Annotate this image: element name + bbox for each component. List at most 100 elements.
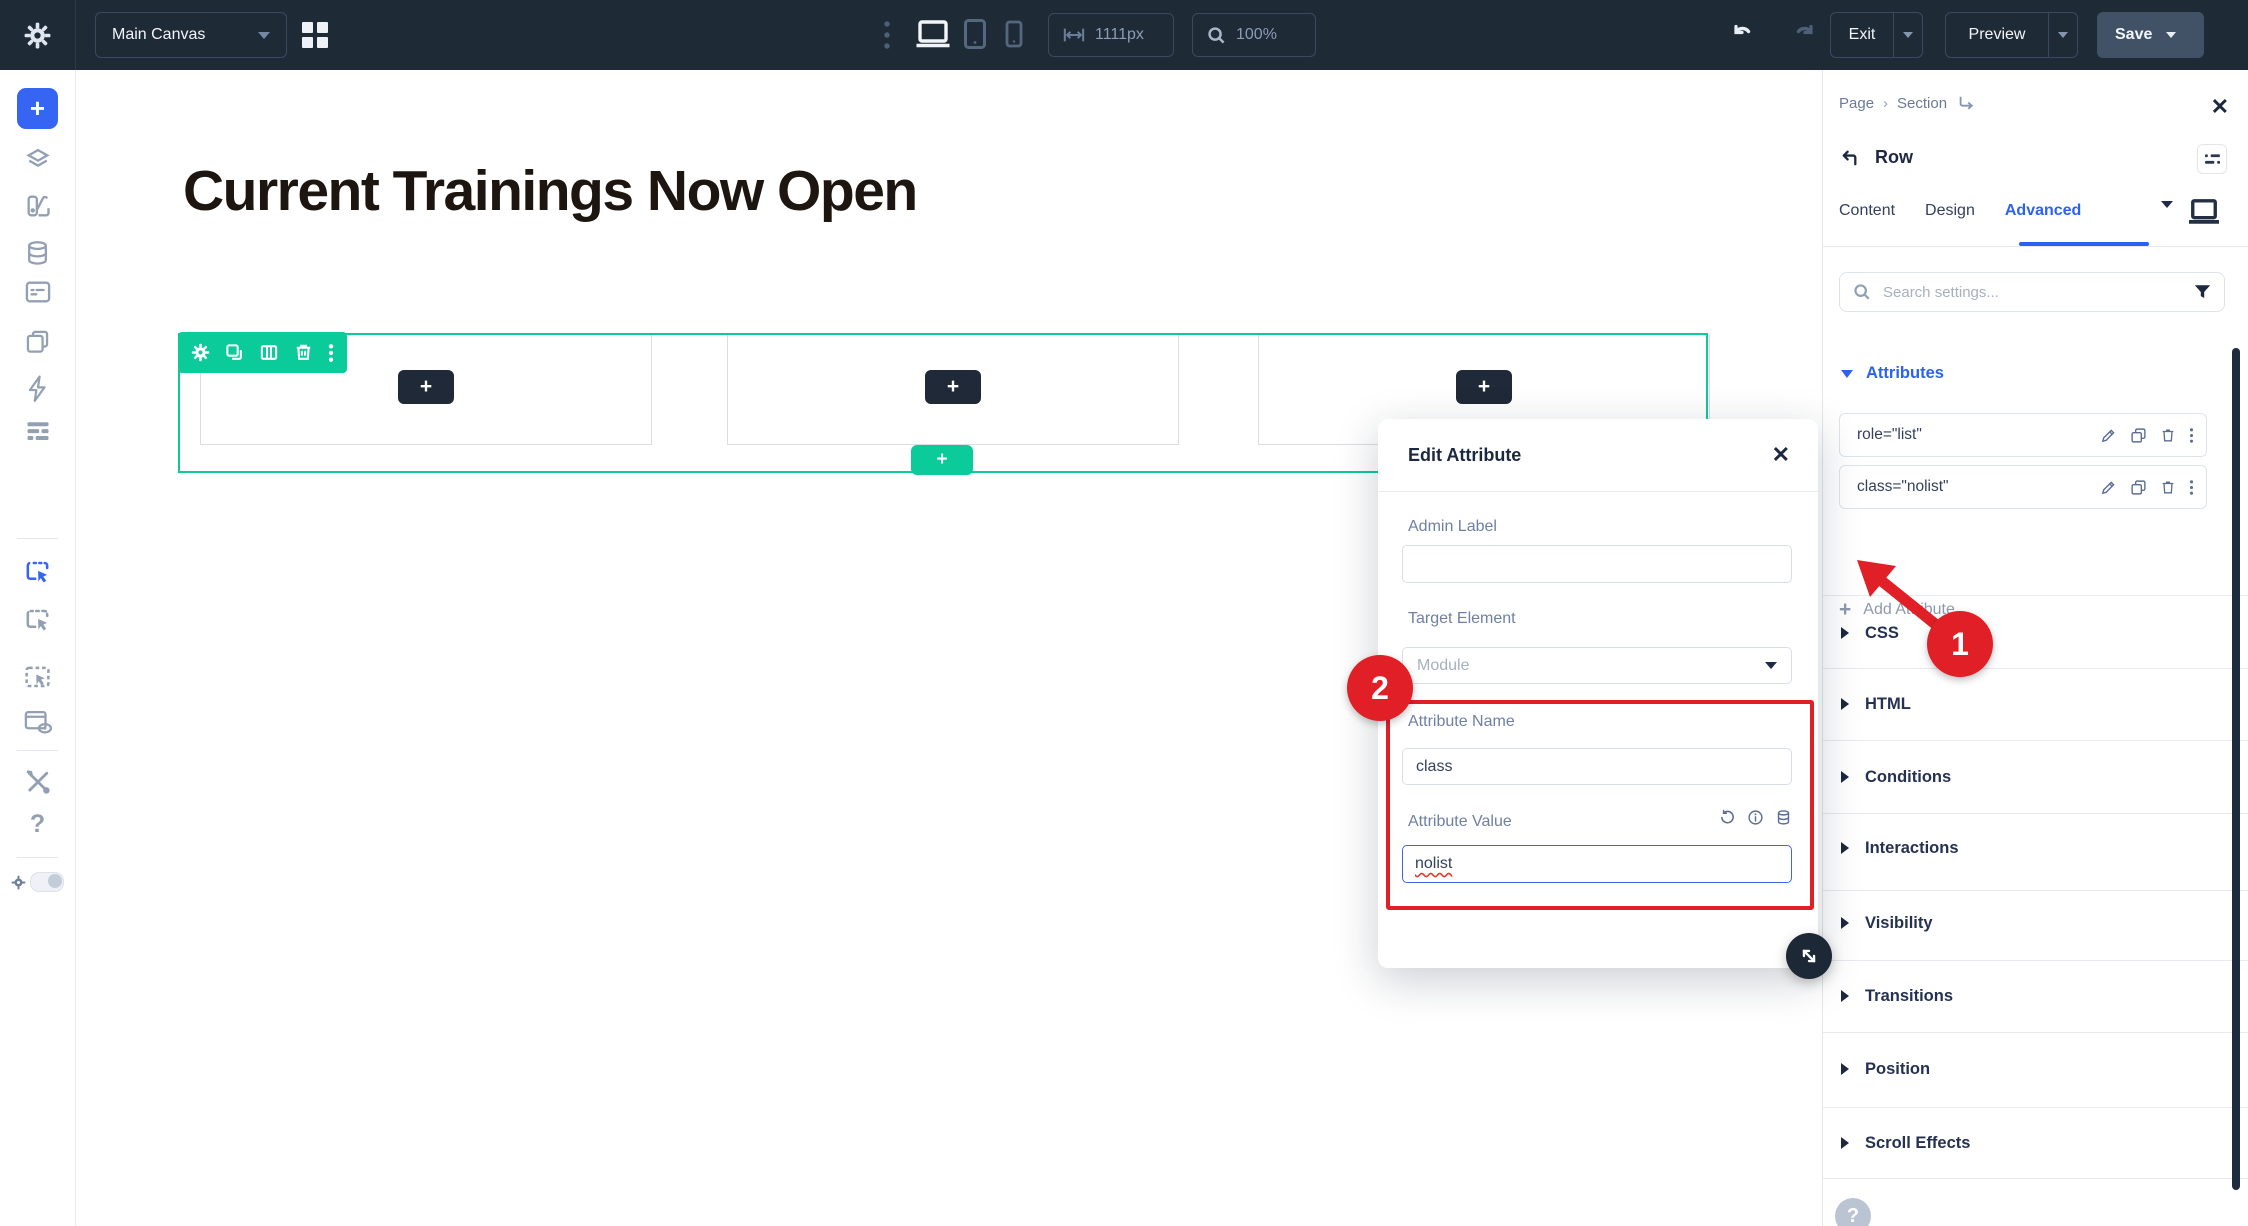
tabs-overflow-button[interactable] <box>2161 208 2173 226</box>
divider <box>1823 813 2248 814</box>
section-label: Conditions <box>1865 768 1951 787</box>
row-settings-icon[interactable] <box>191 343 210 362</box>
canvas-selector-dropdown[interactable]: Main Canvas <box>95 12 287 58</box>
chevron-right-icon <box>1841 771 1849 783</box>
settings-search[interactable] <box>1839 272 2225 312</box>
canvas-width-field[interactable]: 1111px <box>1048 13 1174 57</box>
tools-icon <box>24 768 52 796</box>
section-conditions[interactable]: Conditions <box>1841 762 2221 792</box>
attribute-item-role[interactable]: role="list" <box>1839 413 2207 457</box>
section-html[interactable]: HTML <box>1841 689 2221 719</box>
view-options-menu[interactable] <box>884 20 890 50</box>
attribute-name-label: Attribute Name <box>1408 713 1515 731</box>
chevron-right-icon <box>1841 698 1849 710</box>
row-menu-icon[interactable] <box>328 343 334 363</box>
database-button[interactable] <box>0 239 75 267</box>
attribute-item-class[interactable]: class="nolist" <box>1839 465 2207 509</box>
builder-settings-button[interactable] <box>0 0 76 70</box>
click-select-icon <box>23 557 52 586</box>
design-presets-button[interactable] <box>0 192 75 220</box>
toggle-knob <box>48 874 62 888</box>
row-duplicate-icon[interactable] <box>225 343 244 362</box>
panel-size-toggle-button[interactable] <box>2197 144 2227 174</box>
row-column-2[interactable]: + <box>727 335 1179 445</box>
close-panel-button[interactable]: ✕ <box>2211 96 2229 118</box>
target-element-label: Target Element <box>1408 610 1516 628</box>
layout-grid-button[interactable] <box>302 22 328 48</box>
layers-icon <box>24 146 52 174</box>
browser-preview-button[interactable] <box>0 708 75 737</box>
tools-button[interactable] <box>0 768 75 796</box>
canvas-zoom-field[interactable]: 100% <box>1192 13 1316 57</box>
attribute-name-input[interactable] <box>1402 748 1792 785</box>
resize-diagonal-icon <box>1798 945 1820 967</box>
builder-mode-toggle[interactable] <box>0 872 75 892</box>
panel-scrollbar[interactable] <box>2232 348 2240 1190</box>
attributes-section-header[interactable]: Attributes <box>1841 364 1944 383</box>
save-button[interactable]: Save <box>2097 12 2204 58</box>
lightning-icon <box>25 374 51 404</box>
attribute-item-actions <box>2100 479 2194 496</box>
section-transitions[interactable]: Transitions <box>1841 981 2221 1011</box>
row-delete-icon[interactable] <box>294 343 313 362</box>
modal-close-button[interactable]: ✕ <box>1772 444 1790 466</box>
redo-button[interactable] <box>1786 24 1814 46</box>
section-interactions[interactable]: Interactions <box>1841 833 2221 863</box>
click-select-mode-button[interactable] <box>0 557 75 586</box>
modal-resize-handle[interactable] <box>1786 933 1832 979</box>
interactions-button[interactable] <box>0 374 75 404</box>
filter-funnel-icon <box>2194 284 2211 300</box>
add-module-button-1[interactable]: + <box>398 370 454 404</box>
browser-eye-icon <box>23 708 53 737</box>
settings-list-button[interactable] <box>0 419 75 443</box>
add-content-button[interactable]: + <box>17 88 58 129</box>
layers-button[interactable] <box>0 146 75 174</box>
module-card-icon <box>24 280 52 304</box>
section-label: Scroll Effects <box>1865 1134 1970 1153</box>
row-columns-icon[interactable] <box>259 343 279 362</box>
tab-design[interactable]: Design <box>1925 202 1975 220</box>
settings-bars-icon <box>24 419 52 443</box>
pages-button[interactable] <box>0 328 75 356</box>
help-button[interactable]: ? <box>0 810 75 839</box>
preview-dropdown-button[interactable] <box>2049 32 2077 38</box>
undo-button[interactable] <box>1733 24 1761 46</box>
breadcrumb-page[interactable]: Page <box>1839 95 1874 112</box>
phone-view-button[interactable] <box>1005 20 1023 48</box>
tablet-icon <box>963 18 987 50</box>
desktop-view-button[interactable] <box>915 18 951 50</box>
attribute-value-input[interactable]: nolist <box>1402 845 1792 883</box>
breadcrumb-section[interactable]: Section <box>1897 95 1947 112</box>
section-label: Visibility <box>1865 914 1933 933</box>
divider <box>17 750 58 751</box>
zoom-magnifier-icon <box>1207 26 1226 45</box>
preview-button[interactable]: Preview <box>1946 26 2048 44</box>
section-css[interactable]: CSS <box>1841 618 2221 648</box>
duplicate-icon <box>2130 427 2147 444</box>
section-scroll-effects[interactable]: Scroll Effects <box>1841 1128 2221 1158</box>
trash-icon <box>2160 479 2176 496</box>
search-input[interactable] <box>1881 283 2184 302</box>
add-module-button-3[interactable]: + <box>1456 370 1512 404</box>
divider <box>1378 491 1818 492</box>
exit-dropdown-button[interactable] <box>1894 32 1922 38</box>
target-element-select[interactable]: Module <box>1402 647 1792 684</box>
exit-button[interactable]: Exit <box>1831 26 1893 44</box>
builder-screen: Current Trainings Now Open + + + + <box>0 0 2248 1226</box>
add-module-button-2[interactable]: + <box>925 370 981 404</box>
add-row-button[interactable]: + <box>911 445 973 475</box>
back-button[interactable] <box>1839 146 1862 169</box>
tab-content[interactable]: Content <box>1839 202 1895 220</box>
tab-advanced[interactable]: Advanced <box>2005 202 2081 220</box>
section-position[interactable]: Position <box>1841 1054 2221 1084</box>
window-select-button[interactable] <box>0 663 75 692</box>
responsive-device-button[interactable] <box>2187 197 2221 227</box>
tablet-view-button[interactable] <box>963 18 987 50</box>
admin-label-input[interactable] <box>1402 545 1792 583</box>
module-library-button[interactable] <box>0 280 75 304</box>
panel-help-button[interactable]: ? <box>1835 1198 1871 1226</box>
hover-select-mode-button[interactable] <box>0 605 75 634</box>
chevron-down-icon <box>2166 32 2176 38</box>
modal-title: Edit Attribute <box>1408 445 1521 466</box>
section-visibility[interactable]: Visibility <box>1841 908 2221 938</box>
